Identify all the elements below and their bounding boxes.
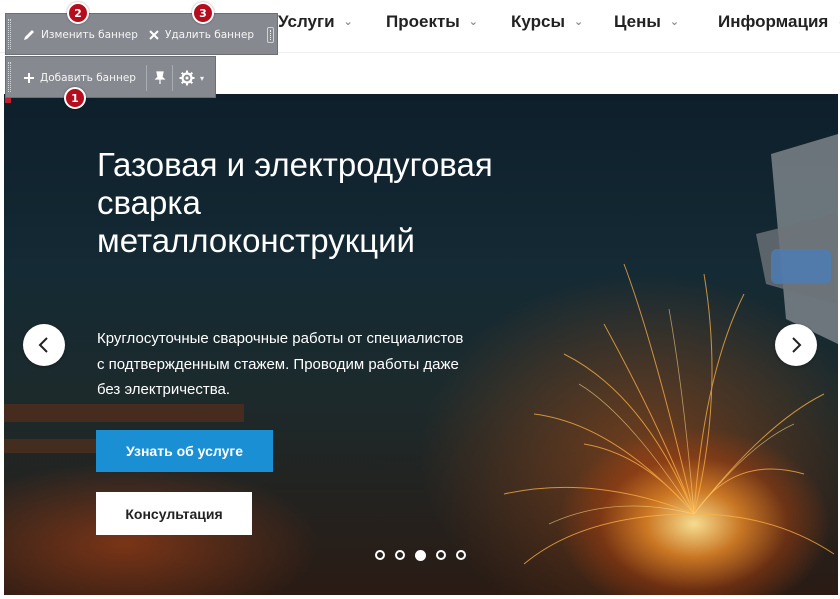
add-banner-button[interactable]: Добавить баннер [23,69,136,87]
close-icon [149,30,159,40]
delete-banner-button[interactable]: Удалить баннер [148,26,254,44]
nav-item-label: Услуги [278,12,335,31]
nav-item-prices[interactable]: Цены ⌄ [614,12,679,32]
nav-item-label: Цены [614,12,661,31]
prev-slide-button[interactable] [23,324,65,366]
nav-item-services[interactable]: Услуги ⌄ [278,12,353,32]
slider-dot[interactable] [436,550,446,560]
nav-item-projects[interactable]: Проекты ⌄ [386,12,478,32]
slider-dot[interactable] [395,550,405,560]
next-slide-button[interactable] [775,324,817,366]
edit-banner-label: Изменить баннер [41,29,138,41]
pin-icon [154,71,166,84]
banner-subtitle: Круглосуточные сварочные работы от специ… [97,330,464,398]
toolbar-drag-grip[interactable] [8,62,11,92]
annotation-badge-1: 1 [64,87,86,109]
nav-item-label: Информация [718,12,829,31]
nav-item-label: Проекты [386,12,460,31]
banner-edit-toolbar: Изменить баннер Удалить баннер [5,13,278,55]
pin-button[interactable] [154,69,166,87]
toolbar-separator [172,65,173,91]
chevron-left-icon [38,337,48,353]
plus-icon [24,73,34,83]
add-banner-label: Добавить баннер [40,72,136,84]
annotation-badge-2: 2 [67,2,89,24]
slider-dot[interactable] [456,550,466,560]
chevron-down-icon: ⌄ [573,16,584,28]
nav-item-info[interactable]: Информация⌄ [718,12,840,32]
chevron-down-icon: ⌄ [468,16,479,28]
toolbar-separator [146,65,147,91]
consultation-button[interactable]: Консультация [96,492,252,535]
edit-banner-button[interactable]: Изменить баннер [22,26,138,44]
banner-title: Газовая и электродуговая сварка металлок… [97,146,493,259]
gear-icon [179,70,195,86]
learn-more-button[interactable]: Узнать об услуге [96,430,273,472]
hero-banner: Газовая и электродуговая сварка металлок… [4,94,838,595]
settings-button[interactable]: ▾ [179,69,204,87]
slider-dots [375,550,466,561]
nav-item-label: Курсы [511,12,565,31]
chevron-down-icon: ▾ [200,73,205,83]
nav-item-courses[interactable]: Курсы ⌄ [511,12,583,32]
pencil-icon [24,30,34,40]
chevron-right-icon [792,337,802,353]
delete-banner-label: Удалить баннер [165,29,255,41]
slider-dot[interactable] [375,550,385,560]
chevron-down-icon: ⌄ [669,16,680,28]
slider-dot-active[interactable] [415,550,426,561]
toolbar-expand-handle[interactable] [267,27,274,43]
chevron-down-icon: ⌄ [343,16,353,28]
toolbar-drag-grip[interactable] [8,19,11,49]
banner-add-toolbar: Добавить баннер ▾ [5,56,216,98]
annotation-badge-3: 3 [192,2,214,24]
